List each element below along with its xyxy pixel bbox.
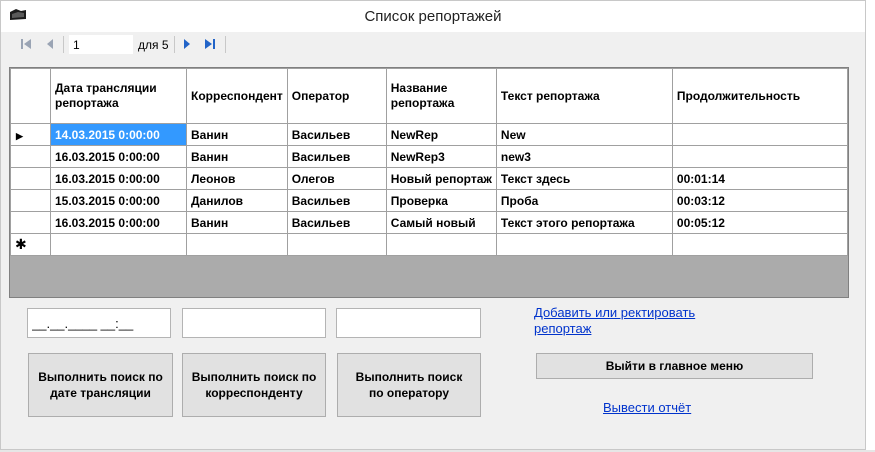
first-record-icon[interactable] bbox=[18, 36, 34, 52]
cell-text[interactable]: Текст этого репортажа bbox=[495, 211, 673, 234]
cell-date[interactable] bbox=[50, 233, 187, 256]
cell-date[interactable]: 16.03.2015 0:00:00 bbox=[50, 211, 187, 234]
cell-name[interactable]: Проверка bbox=[385, 189, 497, 212]
cell-name[interactable] bbox=[385, 233, 497, 256]
row-header[interactable] bbox=[10, 145, 51, 168]
column-header-correspondent[interactable]: Корреспондент bbox=[186, 68, 288, 124]
column-header-duration[interactable]: Продолжительность bbox=[671, 68, 848, 124]
cell-text[interactable]: New bbox=[495, 123, 673, 146]
row-header[interactable]: ▶ bbox=[10, 123, 51, 146]
cell-date[interactable]: 15.03.2015 0:00:00 bbox=[50, 189, 187, 212]
last-record-icon[interactable] bbox=[202, 36, 218, 52]
row-header[interactable]: ✱ bbox=[10, 233, 51, 256]
current-row-icon: ▶ bbox=[16, 130, 23, 141]
column-header-text[interactable]: Текст репортажа bbox=[495, 68, 673, 124]
report-output-link[interactable]: Вывести отчёт bbox=[603, 400, 691, 416]
cell-duration[interactable]: 00:05:12 bbox=[671, 211, 848, 234]
report-list-window: Список репортажей для 5 Дата bbox=[0, 0, 866, 450]
cell-duration[interactable]: 00:03:12 bbox=[671, 189, 848, 212]
row-header[interactable] bbox=[10, 189, 51, 212]
cell-operator[interactable]: Васильев bbox=[286, 145, 387, 168]
add-edit-report-link[interactable]: Добавить или ректировать репортаж bbox=[534, 305, 704, 337]
reports-table: Дата трансляции репортажа Корреспондент … bbox=[10, 68, 848, 256]
record-count-label: для 5 bbox=[138, 38, 169, 52]
cell-name[interactable]: NewRep3 bbox=[385, 145, 497, 168]
table-row[interactable]: 16.03.2015 0:00:00 Ванин Васильев Самый … bbox=[10, 211, 848, 234]
row-header[interactable] bbox=[10, 167, 51, 190]
cell-correspondent[interactable] bbox=[186, 233, 288, 256]
column-header-operator[interactable]: Оператор bbox=[286, 68, 387, 124]
cell-operator[interactable]: Васильев bbox=[286, 189, 387, 212]
cell-operator[interactable]: Олегов bbox=[286, 167, 387, 190]
binding-navigator: для 5 bbox=[1, 32, 865, 58]
cell-correspondent[interactable]: Ванин bbox=[186, 123, 288, 146]
cell-text[interactable] bbox=[495, 233, 673, 256]
column-header-name[interactable]: Название репортажа bbox=[385, 68, 497, 124]
new-row-icon: ✱ bbox=[15, 236, 27, 252]
toolbar-separator bbox=[225, 36, 226, 53]
position-input[interactable] bbox=[69, 35, 133, 54]
cell-correspondent[interactable]: Леонов bbox=[186, 167, 288, 190]
next-record-icon[interactable] bbox=[179, 36, 195, 52]
cell-duration[interactable] bbox=[671, 123, 848, 146]
column-header-date[interactable]: Дата трансляции репортажа bbox=[50, 68, 187, 124]
reports-grid[interactable]: Дата трансляции репортажа Корреспондент … bbox=[9, 67, 849, 298]
cell-operator[interactable] bbox=[286, 233, 387, 256]
cell-duration[interactable]: 00:01:14 bbox=[671, 167, 848, 190]
cell-duration[interactable] bbox=[671, 145, 848, 168]
cell-correspondent[interactable]: Ванин bbox=[186, 211, 288, 234]
cell-text[interactable]: Проба bbox=[495, 189, 673, 212]
toolbar-separator bbox=[174, 36, 175, 53]
cell-operator[interactable]: Васильев bbox=[286, 123, 387, 146]
table-row[interactable]: ▶ 14.03.2015 0:00:00 Ванин Васильев NewR… bbox=[10, 123, 848, 146]
cell-text[interactable]: Текст здесь bbox=[495, 167, 673, 190]
previous-record-icon[interactable] bbox=[42, 36, 58, 52]
operator-search-field[interactable] bbox=[336, 308, 481, 338]
cell-date[interactable]: 14.03.2015 0:00:00 bbox=[50, 123, 187, 146]
cell-text[interactable]: new3 bbox=[495, 145, 673, 168]
toolbar-separator bbox=[63, 36, 64, 53]
cell-correspondent[interactable]: Данилов bbox=[186, 189, 288, 212]
cell-name[interactable]: NewRep bbox=[385, 123, 497, 146]
table-row[interactable]: 16.03.2015 0:00:00 Ванин Васильев NewRep… bbox=[10, 145, 848, 168]
main-menu-button[interactable]: Выйти в главное меню bbox=[536, 353, 813, 379]
header-row: Дата трансляции репортажа Корреспондент … bbox=[10, 68, 848, 124]
new-row[interactable]: ✱ bbox=[10, 233, 848, 256]
search-by-date-button[interactable]: Выполнить поиск по дате трансляции bbox=[28, 353, 173, 417]
row-header[interactable] bbox=[10, 211, 51, 234]
table-row[interactable]: 16.03.2015 0:00:00 Леонов Олегов Новый р… bbox=[10, 167, 848, 190]
correspondent-search-field[interactable] bbox=[182, 308, 326, 338]
table-row[interactable]: 15.03.2015 0:00:00 Данилов Васильев Пров… bbox=[10, 189, 848, 212]
date-search-field[interactable] bbox=[27, 308, 171, 338]
cell-date[interactable]: 16.03.2015 0:00:00 bbox=[50, 145, 187, 168]
cell-date[interactable]: 16.03.2015 0:00:00 bbox=[50, 167, 187, 190]
cell-correspondent[interactable]: Ванин bbox=[186, 145, 288, 168]
cell-name[interactable]: Новый репортаж bbox=[385, 167, 497, 190]
search-by-operator-button[interactable]: Выполнить поиск по оператору bbox=[337, 353, 481, 417]
window-title: Список репортажей bbox=[364, 8, 502, 25]
cell-operator[interactable]: Васильев bbox=[286, 211, 387, 234]
row-header-corner bbox=[10, 68, 51, 124]
search-by-correspondent-button[interactable]: Выполнить поиск по корреспонденту bbox=[182, 353, 326, 417]
cell-duration[interactable] bbox=[671, 233, 848, 256]
cell-name[interactable]: Самый новый bbox=[385, 211, 497, 234]
title-bar: Список репортажей bbox=[1, 1, 865, 32]
